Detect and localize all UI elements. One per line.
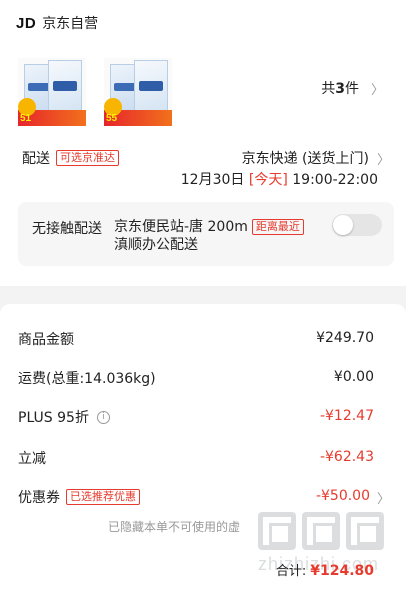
info-icon[interactable]: i (96, 410, 110, 424)
chevron-right-icon: 〉 (376, 152, 390, 168)
goods-amount: ¥249.70 (316, 330, 374, 346)
delivery-time: 12月30日 [今天] 19:00-22:00 (180, 172, 378, 188)
total-amount: ¥124.80 (310, 563, 374, 579)
item-count[interactable]: 共3件 〉 (321, 78, 384, 98)
coupon-row[interactable]: 优惠券 已选推荐优惠 -¥50.00 〉 (18, 486, 390, 508)
goods-amount-row: 商品金额 ¥249.70 (18, 330, 374, 348)
item-count-text: 共3件 (321, 81, 359, 97)
plus-discount-row: PLUS 95折 i -¥12.47 (18, 408, 374, 426)
delivery-label: 配送 可选京准达 (22, 148, 119, 168)
freight-row: 运费(总重:14.036kg) ¥0.00 (18, 369, 374, 387)
instant-discount-amount: -¥62.43 (319, 449, 374, 465)
coupon-amount: -¥50.00 (315, 488, 370, 504)
product-thumbnail[interactable]: 51 (18, 58, 86, 126)
order-card: JD 京东自营 51 55 共3件 〉 配送 可选京准达 京东快递 (送货上门)… (0, 0, 406, 286)
today-tag: [今天] (248, 172, 288, 188)
product-thumbnails[interactable]: 51 55 (18, 58, 172, 126)
contactless-title: 无接触配送 (32, 221, 102, 237)
promo-price: 55 (106, 113, 118, 124)
jingzhunda-tag: 可选京准达 (56, 150, 119, 166)
coupon-selected-tag: 已选推荐优惠 (66, 489, 140, 505)
product-thumbnail[interactable]: 55 (104, 58, 172, 126)
nearest-tag: 距离最近 (251, 219, 304, 235)
freight-amount: ¥0.00 (333, 369, 374, 385)
promo-price: 51 (20, 113, 32, 124)
shop-name: 京东自营 (42, 16, 99, 32)
chevron-right-icon: 〉 (370, 82, 384, 98)
product-image (48, 60, 82, 112)
plus-discount-amount: -¥12.47 (319, 408, 374, 424)
chevron-right-icon: 〉 (376, 492, 390, 507)
toggle-knob (333, 215, 353, 235)
shop-header: JD 京东自营 (16, 12, 98, 34)
instant-discount-row: 立减 -¥62.43 (18, 449, 374, 467)
hidden-coupons-note[interactable]: 已隐藏本单不可使用的虚 (108, 518, 240, 535)
delivery-method[interactable]: 京东快递 (送货上门) 〉 (242, 148, 390, 168)
contactless-toggle[interactable] (332, 214, 382, 236)
product-image (134, 60, 168, 112)
order-total: 合计: ¥124.80 (275, 563, 374, 579)
pickup-station: 京东便民站-唐 200m 距离最近 滇顺办公配送 (114, 218, 354, 254)
contactless-delivery: 无接触配送 京东便民站-唐 200m 距离最近 滇顺办公配送 (18, 202, 394, 266)
jd-logo: JD (16, 14, 37, 32)
